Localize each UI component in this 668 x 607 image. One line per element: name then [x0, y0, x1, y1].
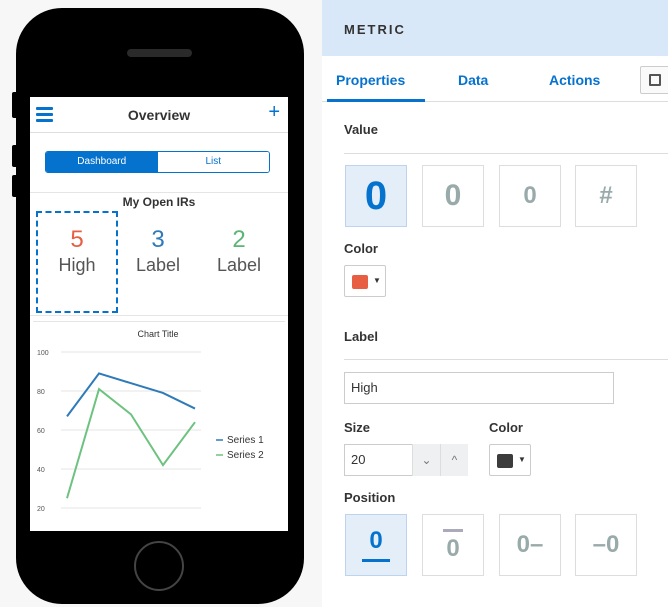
- divider: [344, 359, 668, 360]
- y-tick-label: 40: [37, 467, 45, 474]
- segment-list[interactable]: List: [157, 152, 269, 172]
- view-toggle: Dashboard List: [45, 151, 270, 173]
- series-line-1: [66, 372, 196, 417]
- y-tick-label: 100: [37, 350, 49, 357]
- phone-speaker: [127, 49, 192, 57]
- overline-mark: [443, 529, 463, 532]
- line-chart: Chart Title 20 40 60 80 100 Series 1 Series 2: [37, 329, 264, 513]
- position-right[interactable]: 0–: [499, 514, 561, 576]
- divider: [30, 315, 288, 316]
- label-color-label: Color: [489, 420, 523, 435]
- position-glyph: 0: [369, 527, 383, 554]
- phone-home-button: [134, 541, 184, 591]
- chart-widget[interactable]: Chart Title 20 40 60 80 100 Series 1 Series 2: [33, 321, 285, 531]
- metric-label: High: [58, 255, 96, 275]
- divider: [30, 192, 288, 193]
- position-glyph: 0: [446, 535, 460, 562]
- panel-title: METRIC: [322, 0, 668, 56]
- active-tab-indicator: [327, 99, 425, 102]
- chevron-down-icon: ▼: [373, 276, 381, 285]
- color-swatch: [352, 275, 368, 289]
- size-increment-button[interactable]: ^: [440, 444, 468, 476]
- label-section-title: Label: [344, 329, 378, 344]
- value-format-small[interactable]: 0: [499, 165, 561, 227]
- value-color-label: Color: [344, 241, 378, 256]
- value-section-title: Value: [344, 122, 378, 137]
- value-color-picker[interactable]: ▼: [344, 265, 386, 297]
- app-title: Overview: [127, 107, 191, 123]
- position-below[interactable]: 0: [345, 514, 407, 576]
- panel-tabs: Properties Data Actions: [322, 56, 668, 102]
- legend-item: Series 2: [227, 450, 264, 461]
- tab-actions[interactable]: Actions: [549, 72, 600, 88]
- metric-3[interactable]: 2 Label: [199, 227, 279, 277]
- metric-label: Label: [135, 255, 181, 275]
- color-swatch: [497, 454, 513, 468]
- value-format-hash[interactable]: #: [575, 165, 637, 227]
- layout-icon[interactable]: [640, 66, 668, 94]
- label-color-picker[interactable]: ▼: [489, 444, 531, 476]
- app-header: Overview +: [30, 97, 288, 133]
- properties-panel: METRIC Properties Data Actions Value 0 0…: [322, 0, 668, 607]
- series-line-2: [66, 387, 196, 499]
- label-text-input[interactable]: High: [344, 372, 614, 404]
- position-left[interactable]: –0: [575, 514, 637, 576]
- underline-mark: [362, 559, 390, 562]
- metric-high[interactable]: 5 High: [37, 227, 117, 277]
- phone-screen: Overview + Dashboard List My Open IRs 5 …: [30, 97, 288, 531]
- metrics-title: My Open IRs: [122, 195, 196, 209]
- legend-item: Series 1: [227, 435, 264, 446]
- y-tick-label: 60: [37, 428, 45, 435]
- preview-area: Overview + Dashboard List My Open IRs 5 …: [0, 0, 322, 607]
- segment-dashboard[interactable]: Dashboard: [46, 152, 158, 172]
- size-label: Size: [344, 420, 371, 435]
- chart-title: Chart Title: [137, 329, 178, 339]
- add-icon[interactable]: +: [268, 102, 280, 122]
- value-format-medium[interactable]: 0: [422, 165, 484, 227]
- tab-properties[interactable]: Properties: [336, 72, 405, 88]
- metric-value: 2: [232, 226, 246, 253]
- size-value[interactable]: 20: [351, 452, 365, 467]
- divider: [344, 153, 668, 154]
- tab-data[interactable]: Data: [458, 72, 488, 88]
- position-above[interactable]: 0: [422, 514, 484, 576]
- metric-label: Label: [216, 255, 262, 275]
- chevron-down-icon: ▼: [518, 455, 526, 464]
- size-decrement-button[interactable]: ⌄: [412, 444, 440, 476]
- metric-value: 3: [151, 226, 165, 253]
- position-label: Position: [344, 490, 396, 505]
- metric-2[interactable]: 3 Label: [118, 227, 198, 277]
- y-tick-label: 20: [37, 506, 45, 513]
- y-tick-label: 80: [37, 389, 45, 396]
- metric-value: 5: [70, 226, 84, 253]
- value-format-large[interactable]: 0: [345, 165, 407, 227]
